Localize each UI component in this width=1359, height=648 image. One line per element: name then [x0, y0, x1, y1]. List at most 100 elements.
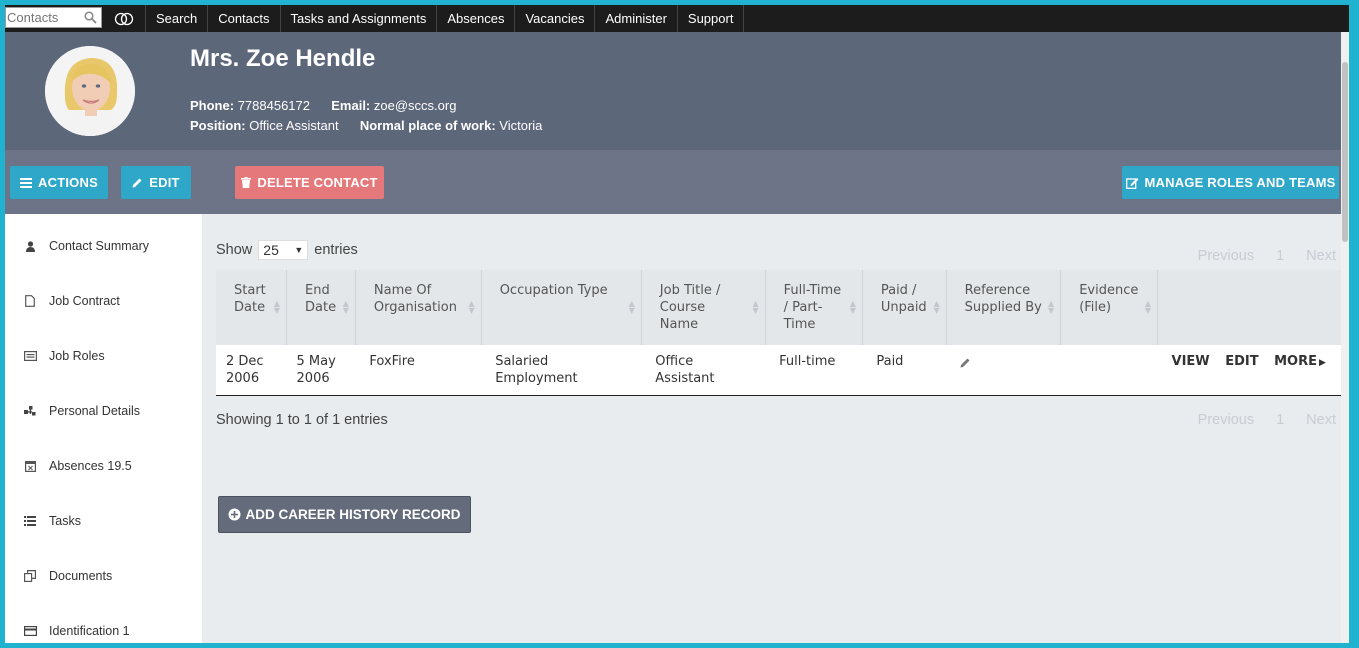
edit-button[interactable]: EDIT	[121, 166, 191, 199]
avatar	[45, 46, 135, 136]
sidebar-item-label: Contact Summary	[49, 239, 150, 253]
sort-icon: ▲ ▼	[752, 299, 759, 315]
cell-organisation: FoxFire	[355, 345, 482, 396]
sort-icon: ▲ ▼	[342, 299, 349, 315]
more-row-link[interactable]: MORE ▶	[1274, 354, 1337, 369]
column-header[interactable]: Occupation Type ▲ ▼	[481, 270, 642, 345]
contact-search-input[interactable]	[6, 8, 84, 27]
app-frame: Search Contacts Tasks and Assignments Ab…	[5, 5, 1349, 643]
caret-right-icon: ▶	[1319, 358, 1326, 368]
column-header-label: Occupation Type	[499, 283, 608, 298]
column-header[interactable]: Start Date ▲ ▼	[216, 270, 288, 345]
cell-job-title: Office Assistant	[641, 345, 766, 396]
cell-reference	[946, 345, 1061, 396]
column-header[interactable]: End Date ▲ ▼	[286, 270, 356, 345]
sidebar-item-contact-summary[interactable]: Contact Summary	[5, 236, 202, 256]
nav-support[interactable]: Support	[678, 5, 745, 32]
column-header[interactable]: Job Title / Course Name ▲ ▼	[641, 270, 766, 345]
column-header[interactable]: Evidence (File) ▲ ▼	[1060, 270, 1159, 345]
delete-contact-button[interactable]: DELETE CONTACT	[235, 166, 384, 199]
pager-next[interactable]: Next	[1306, 248, 1336, 264]
column-header[interactable]: Reference Supplied By ▲ ▼	[946, 270, 1062, 345]
pager-top: Previous 1 Next	[1176, 248, 1336, 264]
cell-occupation-type: Salaried Employment	[481, 345, 642, 396]
pager-previous[interactable]: Previous	[1198, 412, 1254, 428]
view-row-link[interactable]: VIEW	[1172, 354, 1210, 369]
manage-roles-label: MANAGE ROLES AND TEAMS	[1144, 175, 1336, 190]
sort-icon: ▲ ▼	[468, 299, 475, 315]
cell-end-date: 5 May 2006	[286, 345, 356, 396]
sidebar-item-job-roles[interactable]: Job Roles	[5, 346, 202, 366]
scrollbar-thumb[interactable]	[1342, 62, 1348, 242]
column-header-label: Full-Time / Part-Time	[783, 283, 842, 332]
email-label: Email:	[331, 98, 371, 113]
cell-full-time: Full-time	[765, 345, 863, 396]
page-scrollbar[interactable]	[1341, 32, 1349, 643]
calendar-icon	[23, 459, 37, 473]
sidebar-item-label: Personal Details	[49, 404, 141, 418]
column-header-label: Start Date	[234, 283, 266, 315]
sidebar-item-personal-details[interactable]: Personal Details	[5, 401, 202, 421]
page-size-control: Show 25 ▼ entries	[216, 240, 358, 260]
plus-circle-icon	[228, 508, 241, 521]
table-header-row: Start Date ▲ ▼ End Date ▲ ▼ Name Of Organisa…	[216, 270, 1347, 345]
page-size-value: 25	[263, 242, 279, 258]
credit-card-icon	[23, 624, 37, 638]
pencil-icon	[132, 178, 142, 188]
id-card-icon	[23, 349, 37, 363]
actions-button[interactable]: ACTIONS	[10, 166, 108, 199]
search-icon[interactable]	[84, 11, 97, 24]
entries-label: entries	[314, 242, 358, 258]
add-career-history-button[interactable]: ADD CAREER HISTORY RECORD	[218, 496, 471, 533]
career-history-panel: Show 25 ▼ entries Previous 1 Next Start …	[202, 214, 1349, 643]
column-header[interactable]: Paid / Unpaid ▲ ▼	[862, 270, 947, 345]
action-bar: ACTIONS EDIT DELETE CONTACT MANAGE ROLES…	[5, 150, 1349, 214]
menu-icon	[20, 177, 33, 188]
cell-row-actions: VIEW EDIT MORE ▶	[1157, 345, 1347, 396]
contact-line-2: Position: Office Assistant Normal place …	[190, 118, 542, 133]
sidebar-item-tasks[interactable]: Tasks	[5, 511, 202, 531]
entries-info: Showing 1 to 1 of 1 entries	[216, 412, 388, 428]
pager-page[interactable]: 1	[1276, 412, 1284, 428]
nav-contacts[interactable]: Contacts	[208, 5, 281, 32]
sidebar-item-label: Job Contract	[49, 294, 120, 308]
workplace-value: Victoria	[499, 118, 543, 133]
phone-value: 7788456172	[237, 98, 310, 113]
column-header[interactable]: Full-Time / Part-Time ▲ ▼	[765, 270, 863, 345]
nav-vacancies[interactable]: Vacancies	[515, 5, 596, 32]
more-row-label: MORE	[1274, 354, 1317, 369]
sidebar-item-job-contract[interactable]: Job Contract	[5, 291, 202, 311]
pager-next[interactable]: Next	[1306, 412, 1336, 428]
sidebar-item-label: Identification 1	[49, 624, 130, 638]
trash-icon	[241, 177, 252, 188]
column-header-label: Name Of Organisation	[373, 283, 457, 315]
manage-roles-button[interactable]: MANAGE ROLES AND TEAMS	[1122, 166, 1339, 199]
page-size-select[interactable]: 25 ▼	[258, 240, 309, 260]
sort-icon: ▲ ▼	[933, 299, 940, 315]
position-label: Position:	[190, 118, 246, 133]
sidebar-item-label: Job Roles	[49, 349, 105, 363]
sidebar-item-documents[interactable]: Documents	[5, 566, 202, 586]
sidebar-item-label: Tasks	[49, 514, 81, 528]
top-navbar: Search Contacts Tasks and Assignments Ab…	[5, 5, 1349, 32]
hierarchy-icon	[23, 404, 37, 418]
nav-tasks-and-assignments[interactable]: Tasks and Assignments	[281, 5, 438, 32]
nav-search[interactable]: Search	[146, 5, 209, 32]
nav-administer[interactable]: Administer	[595, 5, 678, 32]
column-header-label: Job Title / Course Name	[659, 283, 721, 332]
nav-absences[interactable]: Absences	[437, 5, 516, 32]
column-header[interactable]: Name Of Organisation ▲ ▼	[355, 270, 482, 345]
document-icon	[23, 294, 37, 308]
show-label: Show	[216, 242, 253, 258]
column-header-label: Reference Supplied By	[964, 283, 1042, 315]
toggle-icon[interactable]	[102, 5, 146, 32]
sidebar-item-identification[interactable]: Identification 1	[5, 621, 202, 641]
sort-icon: ▲ ▼	[1144, 299, 1152, 315]
sort-icon: ▲ ▼	[1048, 299, 1055, 315]
contact-name: Mrs. Zoe Hendle	[190, 45, 376, 72]
pager-previous[interactable]: Previous	[1198, 248, 1254, 264]
edit-row-link[interactable]: EDIT	[1225, 354, 1258, 369]
sidebar-item-absences[interactable]: Absences 19.5	[5, 456, 202, 476]
pencil-icon[interactable]	[960, 357, 971, 368]
pager-page[interactable]: 1	[1276, 248, 1284, 264]
